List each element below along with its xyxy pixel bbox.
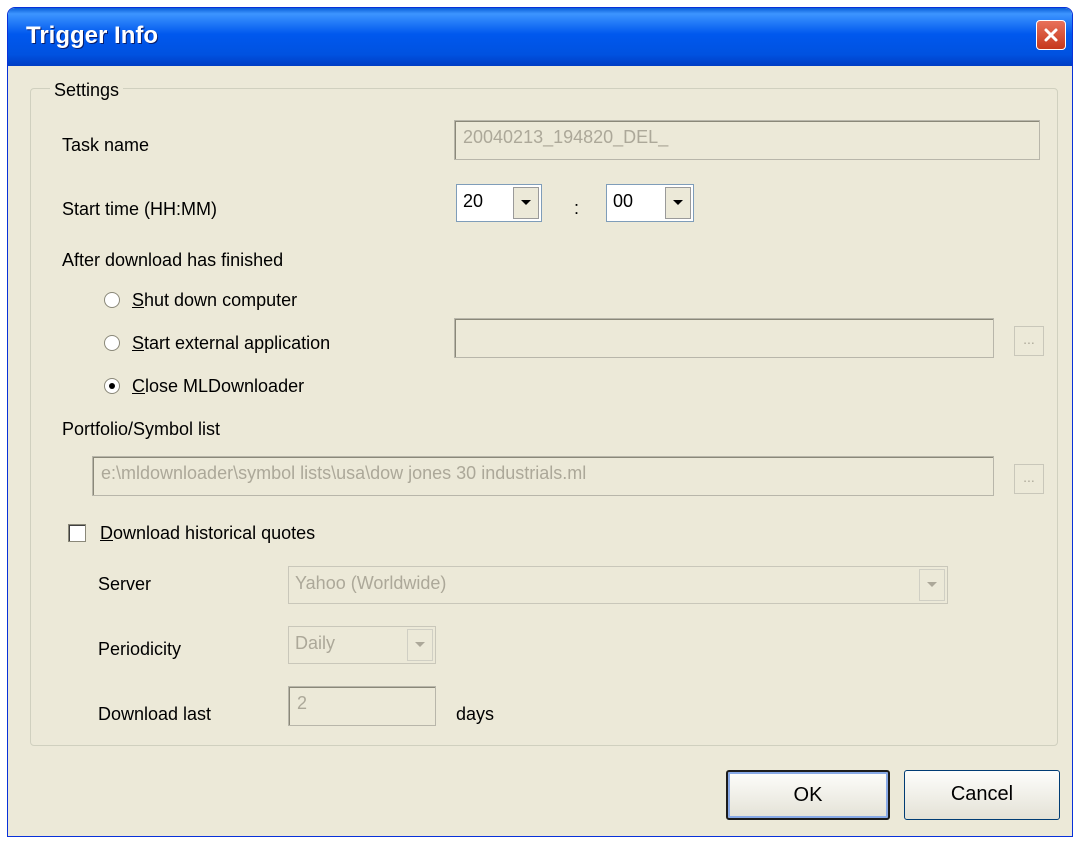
hour-value: 20	[463, 191, 484, 211]
chevron-down-icon	[521, 200, 531, 205]
server-value: Yahoo (Worldwide)	[295, 573, 447, 593]
server-dropdown-button[interactable]	[919, 569, 945, 601]
window-title: Trigger Info	[26, 22, 158, 49]
time-separator: :	[574, 198, 580, 218]
cancel-button[interactable]: Cancel	[904, 770, 1060, 820]
radio-selected-dot	[109, 383, 115, 389]
minute-select[interactable]: 00	[606, 184, 694, 222]
chevron-down-icon	[673, 200, 683, 205]
periodicity-dropdown-button[interactable]	[407, 629, 433, 661]
chevron-down-icon	[927, 582, 937, 587]
download-last-field[interactable]: 2	[288, 686, 436, 726]
portfolio-label: Portfolio/Symbol list	[62, 419, 221, 439]
close-icon	[1044, 28, 1058, 42]
historical-quotes-label[interactable]: Download historical quotes	[100, 523, 315, 544]
start-app-radio-label[interactable]: Start external application	[132, 333, 330, 354]
start-time-label: Start time (HH:MM)	[62, 199, 217, 219]
external-app-field[interactable]	[454, 318, 994, 358]
minute-value: 00	[613, 191, 634, 211]
task-name-label: Task name	[62, 135, 150, 155]
after-download-label: After download has finished	[62, 250, 284, 270]
browse-portfolio-button[interactable]: ...	[1014, 464, 1044, 494]
server-label: Server	[98, 574, 152, 594]
hour-dropdown-button[interactable]	[513, 187, 539, 219]
periodicity-label: Periodicity	[98, 639, 182, 659]
shutdown-radio-label[interactable]: Shut down computer	[132, 290, 297, 311]
days-label: days	[456, 704, 495, 724]
chevron-down-icon	[415, 642, 425, 647]
portfolio-field[interactable]: e:\mldownloader\symbol lists\usa\dow jon…	[92, 456, 994, 496]
ok-button[interactable]: OK	[726, 770, 890, 820]
periodicity-value: Daily	[295, 633, 336, 653]
task-name-field[interactable]: 20040213_194820_DEL_	[454, 120, 1040, 160]
browse-app-button[interactable]: ...	[1014, 326, 1044, 356]
shutdown-radio[interactable]	[104, 292, 120, 308]
close-button[interactable]	[1036, 20, 1066, 50]
hour-select[interactable]: 20	[456, 184, 542, 222]
historical-quotes-checkbox[interactable]	[68, 524, 86, 542]
close-mldownloader-radio[interactable]	[104, 378, 120, 394]
minute-dropdown-button[interactable]	[665, 187, 691, 219]
title-bar[interactable]: Trigger Info	[8, 8, 1072, 66]
close-mldownloader-label[interactable]: Close MLDownloader	[132, 376, 304, 397]
download-last-label: Download last	[98, 704, 212, 724]
settings-groupbox	[30, 88, 1058, 746]
server-select[interactable]: Yahoo (Worldwide)	[288, 566, 948, 604]
periodicity-select[interactable]: Daily	[288, 626, 436, 664]
settings-legend: Settings	[50, 80, 124, 101]
start-app-radio[interactable]	[104, 335, 120, 351]
